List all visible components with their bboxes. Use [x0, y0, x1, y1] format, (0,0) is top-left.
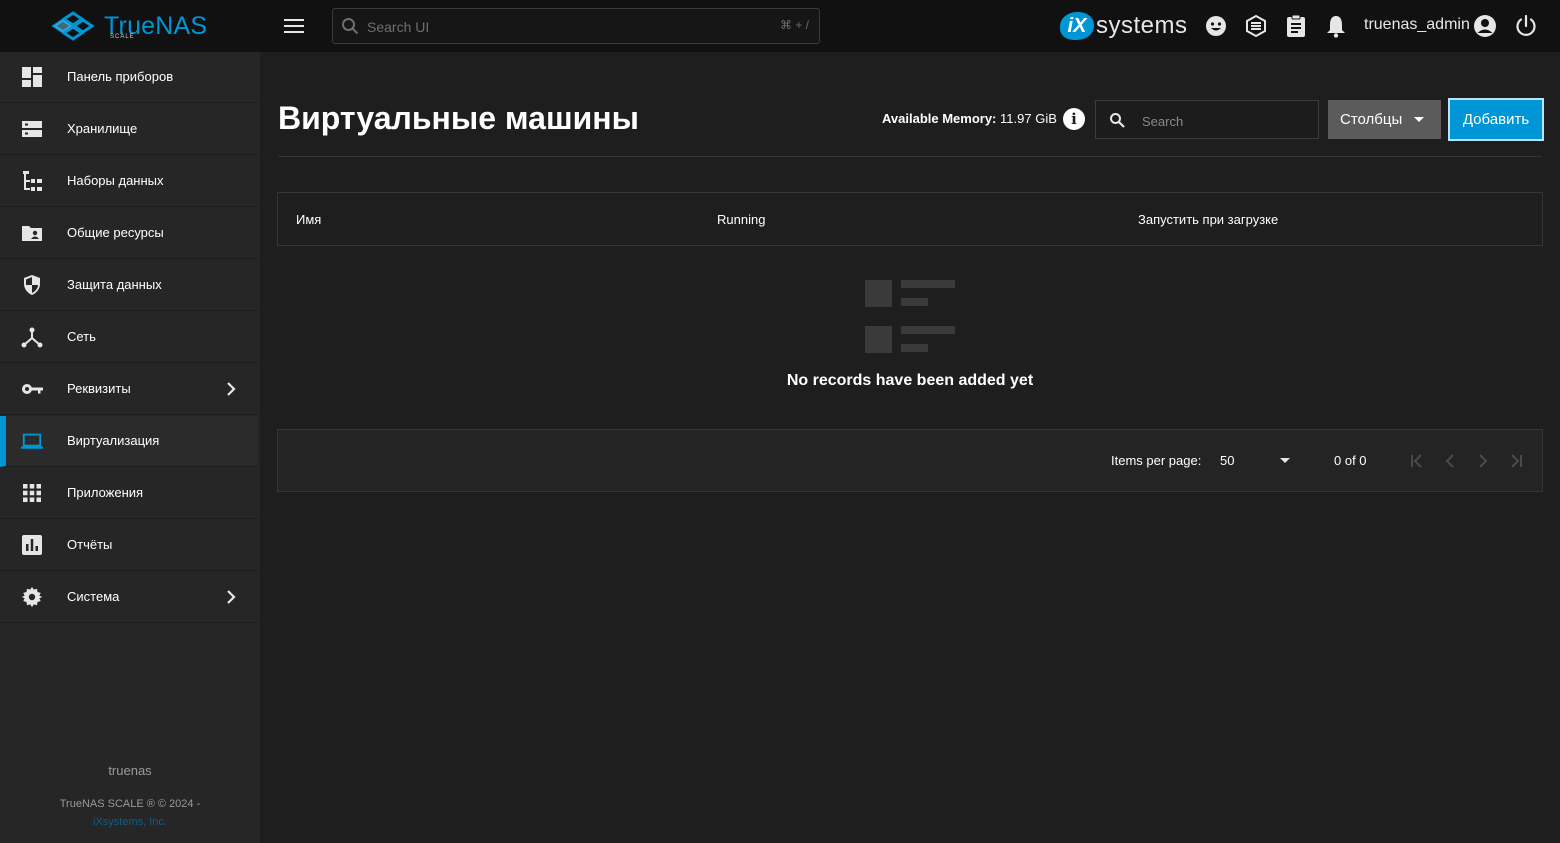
- search-icon: [342, 18, 359, 35]
- username: truenas_admin: [1364, 16, 1470, 33]
- previous-page-icon[interactable]: [1439, 450, 1461, 472]
- power-icon[interactable]: [1513, 13, 1539, 39]
- sidebar-item-label: Виртуализация: [67, 433, 160, 448]
- account-icon[interactable]: [1472, 13, 1498, 39]
- sidebar-item-data-protection[interactable]: Защита данных: [0, 260, 258, 311]
- caret-down-icon: [1280, 458, 1290, 463]
- sidebar-item-label: Сеть: [67, 329, 96, 344]
- empty-list-icon: [865, 280, 955, 353]
- truenas-logo-icon: [51, 11, 95, 41]
- laptop-icon: [21, 433, 43, 449]
- search-shortcut-hint: ⌘ + /: [779, 18, 809, 32]
- page-range: 0 of 0: [1334, 453, 1367, 468]
- table-search[interactable]: [1095, 100, 1319, 139]
- global-search-input[interactable]: [365, 15, 749, 39]
- sidebar-item-datasets[interactable]: Наборы данных: [0, 156, 258, 207]
- truenas-logo[interactable]: TrueNAS SCALE: [50, 8, 207, 44]
- header-divider: [278, 156, 1542, 157]
- sidebar-item-network[interactable]: Сеть: [0, 312, 258, 363]
- sidebar-item-apps[interactable]: Приложения: [0, 468, 258, 519]
- hostname: truenas: [108, 763, 152, 778]
- column-header-autostart[interactable]: Запустить при загрузке: [1138, 212, 1278, 227]
- last-page-icon[interactable]: [1505, 450, 1527, 472]
- sidebar-item-label: Отчёты: [67, 537, 113, 552]
- sidebar-item-virtualization[interactable]: Виртуализация: [0, 416, 258, 467]
- add-button[interactable]: Добавить: [1448, 98, 1544, 141]
- info-icon[interactable]: i: [1063, 108, 1085, 130]
- brand-sub: SCALE: [110, 34, 135, 40]
- bell-icon[interactable]: [1323, 13, 1349, 39]
- items-per-page-label: Items per page:: [1111, 453, 1202, 468]
- ixsystems-text: systems: [1096, 12, 1188, 39]
- sidebar-item-label: Наборы данных: [67, 173, 164, 188]
- columns-button[interactable]: Столбцы: [1328, 100, 1441, 139]
- chevron-right-icon: [227, 590, 236, 604]
- sidebar: Панель приборов Хранилище Наборы данных …: [0, 52, 260, 843]
- sidebar-item-label: Общие ресурсы: [67, 225, 164, 240]
- shield-icon: [24, 275, 40, 295]
- page-title: Виртуальные машины: [278, 100, 639, 136]
- shares-icon: [22, 226, 42, 241]
- sidebar-item-reports[interactable]: Отчёты: [0, 520, 258, 571]
- datasets-icon: [23, 171, 42, 191]
- sidebar-item-label: Панель приборов: [67, 69, 174, 84]
- ixsystems-logo[interactable]: iX systems: [1060, 10, 1188, 42]
- available-memory: Available Memory: 11.97 GiB: [882, 111, 1057, 126]
- next-page-icon[interactable]: [1472, 450, 1494, 472]
- memory-label: Available Memory:: [882, 111, 997, 126]
- memory-value: 11.97 GiB: [1000, 111, 1057, 126]
- table-search-input[interactable]: [1140, 110, 1314, 132]
- ixsystems-badge: iX: [1060, 12, 1094, 40]
- sidebar-item-label: Приложения: [67, 485, 144, 500]
- reports-icon: [22, 535, 42, 555]
- sidebar-item-label: Хранилище: [67, 121, 138, 136]
- search-icon: [1110, 113, 1125, 128]
- feedback-icon[interactable]: [1203, 13, 1229, 39]
- sidebar-item-dashboard[interactable]: Панель приборов: [0, 52, 258, 103]
- sidebar-item-system[interactable]: Система: [0, 572, 258, 623]
- chevron-right-icon: [227, 382, 236, 396]
- column-header-running[interactable]: Running: [717, 212, 765, 227]
- global-search[interactable]: ⌘ + /: [332, 8, 820, 44]
- caret-down-icon: [1414, 117, 1424, 122]
- columns-button-label: Столбцы: [1340, 111, 1403, 128]
- sidebar-item-storage[interactable]: Хранилище: [0, 104, 258, 155]
- network-icon: [21, 327, 43, 348]
- truecommand-icon[interactable]: [1243, 13, 1269, 39]
- table-header: Имя Running Запустить при загрузке: [277, 192, 1543, 246]
- copyright: TrueNAS SCALE ® © 2024 - iXsystems, Inc.: [0, 795, 260, 831]
- gear-icon: [21, 586, 43, 608]
- items-per-page-value: 50: [1220, 453, 1235, 468]
- sidebar-item-label: Система: [67, 589, 120, 604]
- empty-message: No records have been added yet: [786, 372, 1034, 389]
- sidebar-item-label: Защита данных: [67, 277, 162, 292]
- paginator: Items per page: 50 0 of 0: [277, 429, 1543, 492]
- sidebar-item-label: Реквизиты: [67, 381, 131, 396]
- key-icon: [22, 384, 43, 394]
- sidebar-item-credentials[interactable]: Реквизиты: [0, 364, 258, 415]
- jobs-icon[interactable]: [1283, 13, 1309, 39]
- top-bar: TrueNAS SCALE ⌘ + / iX systems: [0, 0, 1560, 52]
- apps-grid-icon: [23, 484, 41, 502]
- menu-icon[interactable]: [280, 12, 308, 40]
- sidebar-item-shares[interactable]: Общие ресурсы: [0, 208, 258, 259]
- dashboard-icon: [22, 67, 42, 87]
- storage-icon: [22, 121, 42, 137]
- items-per-page-select[interactable]: 50: [1220, 448, 1292, 472]
- column-header-name[interactable]: Имя: [296, 212, 321, 227]
- copyright-text: TrueNAS SCALE ® © 2024 -: [59, 798, 201, 810]
- first-page-icon[interactable]: [1406, 450, 1428, 472]
- company-link[interactable]: iXsystems, Inc.: [0, 813, 260, 831]
